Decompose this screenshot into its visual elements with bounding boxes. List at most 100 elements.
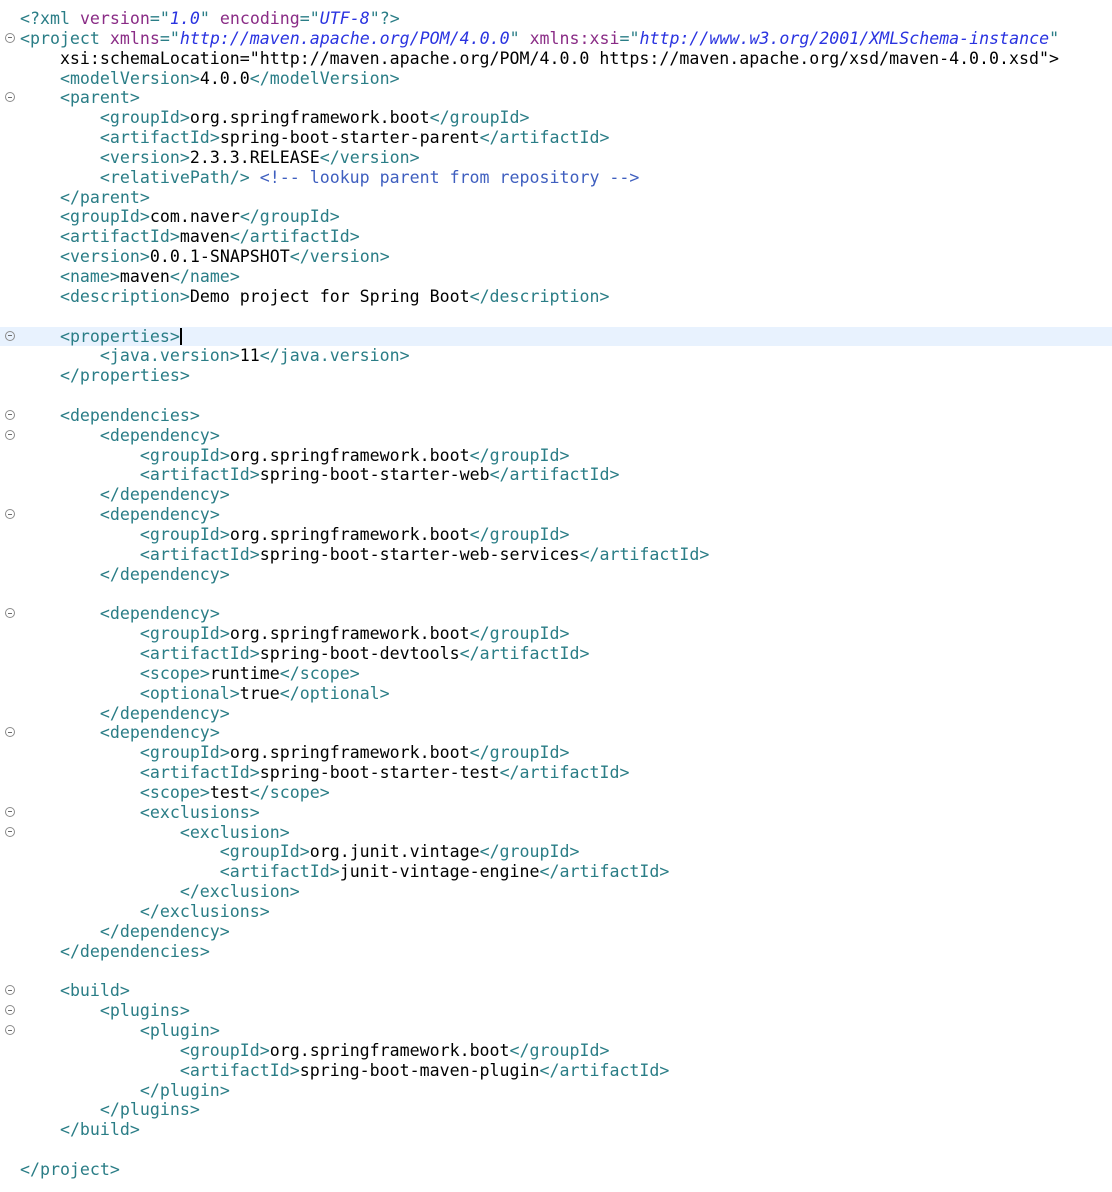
code-line[interactable]: <artifactId>spring-boot-maven-plugin</ar…	[0, 1061, 1112, 1081]
code-line[interactable]: </dependency>	[0, 704, 1112, 724]
code-text: <artifactId>spring-boot-maven-plugin</ar…	[179, 1060, 670, 1080]
code-line[interactable]: </build>	[0, 1120, 1112, 1140]
code-line[interactable]: <optional>true</optional>	[0, 684, 1112, 704]
code-text: </dependency>	[99, 921, 230, 941]
code-line[interactable]: </project>	[0, 1160, 1112, 1180]
xml-code-editor[interactable]: <?xml version="1.0" encoding="UTF-8"?> <…	[0, 9, 1112, 1180]
code-text: </properties>	[59, 366, 190, 386]
code-line[interactable]: <version>2.3.3.RELEASE</version>	[0, 148, 1112, 168]
code-text: <project xmlns="http://maven.apache.org/…	[19, 28, 1060, 48]
code-line[interactable]: <artifactId>spring-boot-starter-parent</…	[0, 128, 1112, 148]
code-line[interactable]: <artifactId>spring-boot-starter-test</ar…	[0, 763, 1112, 783]
code-text: <groupId>org.junit.vintage</groupId>	[219, 842, 580, 862]
code-text: </exclusion>	[179, 882, 300, 902]
code-line[interactable]: <groupId>org.springframework.boot</group…	[0, 1041, 1112, 1061]
code-line[interactable]: <java.version>11</java.version>	[0, 346, 1112, 366]
code-line[interactable]: </plugins>	[0, 1100, 1112, 1120]
code-text: </build>	[59, 1120, 140, 1140]
code-line[interactable]: <modelVersion>4.0.0</modelVersion>	[0, 69, 1112, 89]
code-line[interactable]: <scope>runtime</scope>	[0, 664, 1112, 684]
code-text: <modelVersion>4.0.0</modelVersion>	[59, 68, 400, 88]
code-line[interactable]: <groupId>org.springframework.boot</group…	[0, 624, 1112, 644]
code-text: <scope>runtime</scope>	[139, 663, 360, 683]
code-text: <artifactId>spring-boot-starter-test</ar…	[139, 763, 630, 783]
code-line[interactable]: <dependency>	[0, 604, 1112, 624]
code-text: </parent>	[59, 187, 150, 207]
code-line[interactable]: </parent>	[0, 188, 1112, 208]
code-text: <groupId>org.springframework.boot</group…	[139, 743, 570, 763]
code-line[interactable]: <artifactId>spring-boot-devtools</artifa…	[0, 644, 1112, 664]
code-line[interactable]: <exclusion>	[0, 823, 1112, 843]
code-line[interactable]: <artifactId>spring-boot-starter-web-serv…	[0, 545, 1112, 565]
code-line[interactable]: </exclusions>	[0, 902, 1112, 922]
code-line[interactable]: </dependency>	[0, 485, 1112, 505]
code-line[interactable]: <artifactId>junit-vintage-engine</artifa…	[0, 862, 1112, 882]
code-line[interactable]: <project xmlns="http://maven.apache.org/…	[0, 29, 1112, 49]
code-line[interactable]	[0, 584, 1112, 604]
code-text: <version>2.3.3.RELEASE</version>	[99, 147, 420, 167]
code-text: <dependency>	[99, 723, 220, 743]
code-text: <exclusions>	[139, 802, 260, 822]
code-line[interactable]: </dependency>	[0, 565, 1112, 585]
code-line[interactable]: <relativePath/> <!-- lookup parent from …	[0, 168, 1112, 188]
text-cursor	[179, 327, 182, 345]
code-text: <relativePath/> <!-- lookup parent from …	[99, 167, 640, 187]
code-text: <dependency>	[99, 425, 220, 445]
code-line[interactable]: </dependencies>	[0, 942, 1112, 962]
code-line[interactable]	[0, 386, 1112, 406]
code-text: </exclusions>	[139, 901, 270, 921]
code-line[interactable]: <groupId>com.naver</groupId>	[0, 207, 1112, 227]
code-text: <groupId>org.springframework.boot</group…	[139, 624, 570, 644]
code-text: <name>maven</name>	[59, 266, 240, 286]
code-line[interactable]: <version>0.0.1-SNAPSHOT</version>	[0, 247, 1112, 267]
code-text: <optional>true</optional>	[139, 683, 390, 703]
code-line[interactable]: <scope>test</scope>	[0, 783, 1112, 803]
code-line[interactable]	[0, 1140, 1112, 1160]
code-line[interactable]: </plugin>	[0, 1081, 1112, 1101]
code-text: </dependencies>	[59, 941, 210, 961]
code-line[interactable]: </exclusion>	[0, 882, 1112, 902]
code-line[interactable]: <dependency>	[0, 505, 1112, 525]
code-text: <artifactId>junit-vintage-engine</artifa…	[219, 862, 670, 882]
code-line[interactable]: <properties>	[0, 326, 1112, 347]
code-line[interactable]: <dependency>	[0, 426, 1112, 446]
code-line[interactable]: <plugins>	[0, 1001, 1112, 1021]
code-line[interactable]: <parent>	[0, 88, 1112, 108]
code-line[interactable]: <groupId>org.springframework.boot</group…	[0, 108, 1112, 128]
code-line[interactable]: <description>Demo project for Spring Boo…	[0, 287, 1112, 307]
code-line[interactable]: <name>maven</name>	[0, 267, 1112, 287]
code-line[interactable]: <dependency>	[0, 723, 1112, 743]
code-line[interactable]	[0, 307, 1112, 327]
code-line[interactable]: <exclusions>	[0, 803, 1112, 823]
code-line[interactable]: <artifactId>spring-boot-starter-web</art…	[0, 465, 1112, 485]
code-text: <groupId>org.springframework.boot</group…	[179, 1040, 610, 1060]
code-text: </dependency>	[99, 703, 230, 723]
code-text: <artifactId>spring-boot-starter-web-serv…	[139, 544, 710, 564]
code-text: <version>0.0.1-SNAPSHOT</version>	[59, 247, 390, 267]
code-line[interactable]: <dependencies>	[0, 406, 1112, 426]
code-line[interactable]: <plugin>	[0, 1021, 1112, 1041]
code-text: <description>Demo project for Spring Boo…	[59, 286, 610, 306]
code-text: xsi:schemaLocation="http://maven.apache.…	[0, 48, 1059, 68]
code-line[interactable]: <groupId>org.springframework.boot</group…	[0, 525, 1112, 545]
code-text: <artifactId>spring-boot-devtools</artifa…	[139, 644, 590, 663]
code-line[interactable]: </properties>	[0, 366, 1112, 386]
code-text: <scope>test</scope>	[139, 782, 330, 802]
code-line[interactable]: <build>	[0, 981, 1112, 1001]
code-line[interactable]	[0, 962, 1112, 982]
code-text: <dependency>	[99, 505, 220, 525]
code-text: </project>	[19, 1159, 120, 1179]
code-line[interactable]: <groupId>org.springframework.boot</group…	[0, 743, 1112, 763]
code-text: </plugins>	[99, 1100, 200, 1120]
code-line[interactable]: <?xml version="1.0" encoding="UTF-8"?>	[0, 9, 1112, 29]
code-line[interactable]: <groupId>org.junit.vintage</groupId>	[0, 842, 1112, 862]
code-text: <groupId>com.naver</groupId>	[59, 207, 340, 227]
code-text: <properties>	[59, 326, 182, 346]
code-line[interactable]: <groupId>org.springframework.boot</group…	[0, 446, 1112, 466]
code-text: <?xml version="1.0" encoding="UTF-8"?>	[19, 9, 400, 28]
code-line[interactable]: <artifactId>maven</artifactId>	[0, 227, 1112, 247]
code-text: <plugin>	[139, 1021, 220, 1041]
code-line[interactable]: xsi:schemaLocation="http://maven.apache.…	[0, 49, 1112, 69]
code-text: <exclusion>	[179, 822, 290, 842]
code-line[interactable]: </dependency>	[0, 922, 1112, 942]
